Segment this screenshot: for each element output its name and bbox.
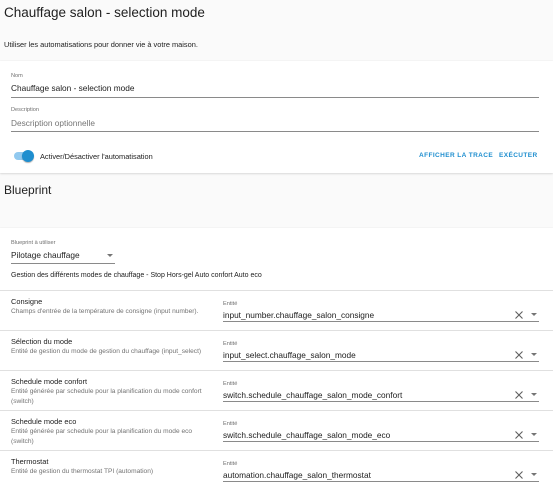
input-title: Sélection du mode	[11, 337, 73, 346]
description-placeholder[interactable]: Description optionnelle	[11, 118, 95, 128]
menu-down-icon[interactable]	[531, 473, 537, 476]
entity-label: Entité	[223, 421, 238, 427]
entity-value[interactable]: switch.schedule_chauffage_salon_mode_con…	[223, 390, 402, 400]
name-value[interactable]: Chauffage salon - selection mode	[11, 83, 134, 93]
input-description: Entité générée par schedule pour la plan…	[11, 428, 193, 445]
blueprint-input-row: Thermostat Entité de gestion du thermost…	[0, 450, 553, 490]
menu-down-icon	[107, 254, 113, 257]
entity-label: Entité	[223, 381, 238, 387]
entity-label: Entité	[223, 461, 238, 467]
entity-picker[interactable]: Entité switch.schedule_chauffage_salon_m…	[223, 375, 539, 402]
blueprint-card: Blueprint à utiliser Pilotage chauffage …	[0, 228, 553, 500]
close-icon[interactable]	[514, 390, 524, 400]
input-description: Entité de gestion du thermostat TPI (aut…	[11, 468, 154, 475]
entity-value[interactable]: switch.schedule_chauffage_salon_mode_eco	[223, 430, 390, 440]
page-intro: Utiliser les automatisations pour donner…	[4, 40, 198, 49]
blueprint-input-row: Schedule mode confort Entité générée par…	[0, 370, 553, 410]
entity-picker[interactable]: Entité input_number.chauffage_salon_cons…	[223, 295, 539, 322]
input-title: Schedule mode eco	[11, 417, 77, 426]
blueprint-select-value: Pilotage chauffage	[11, 250, 80, 260]
page-title: Chauffage salon - selection mode	[4, 5, 205, 20]
automation-details-card: Nom Chauffage salon - selection mode Des…	[0, 61, 553, 173]
close-icon[interactable]	[514, 430, 524, 440]
entity-label: Entité	[223, 301, 238, 307]
entity-value[interactable]: input_number.chauffage_salon_consigne	[223, 310, 374, 320]
blueprint-select[interactable]: Blueprint à utiliser Pilotage chauffage	[11, 240, 115, 264]
blueprint-input-row: Schedule mode eco Entité générée par sch…	[0, 410, 553, 450]
toggle-thumb	[22, 150, 34, 162]
menu-down-icon[interactable]	[531, 353, 537, 356]
description-field[interactable]: Description Description optionnelle	[11, 107, 539, 132]
close-icon[interactable]	[514, 310, 524, 320]
blueprint-description: Gestion des différents modes de chauffag…	[11, 272, 262, 279]
menu-down-icon[interactable]	[531, 393, 537, 396]
name-field[interactable]: Nom Chauffage salon - selection mode	[11, 73, 539, 98]
show-trace-button[interactable]: AFFICHER LA TRACE	[419, 152, 493, 159]
entity-value[interactable]: input_select.chauffage_salon_mode	[223, 350, 356, 360]
close-icon[interactable]	[514, 350, 524, 360]
close-icon[interactable]	[514, 470, 524, 480]
automation-enable-toggle[interactable]	[12, 150, 34, 162]
execute-button[interactable]: EXÉCUTER	[499, 152, 538, 159]
input-title: Consigne	[11, 297, 43, 306]
entity-picker[interactable]: Entité input_select.chauffage_salon_mode	[223, 335, 539, 362]
description-label: Description	[11, 107, 39, 113]
input-title: Thermostat	[11, 457, 49, 466]
name-label: Nom	[11, 73, 23, 79]
input-description: Entité générée par schedule pour la plan…	[11, 388, 202, 405]
entity-label: Entité	[223, 341, 238, 347]
entity-picker[interactable]: Entité switch.schedule_chauffage_salon_m…	[223, 415, 539, 442]
blueprint-select-label: Blueprint à utiliser	[11, 240, 56, 246]
entity-picker[interactable]: Entité automation.chauffage_salon_thermo…	[223, 455, 539, 482]
input-description: Entité de gestion du mode de gestion du …	[11, 348, 202, 355]
blueprint-heading: Blueprint	[4, 183, 52, 197]
input-title: Schedule mode confort	[11, 377, 88, 386]
toggle-label: Activer/Désactiver l'automatisation	[40, 152, 153, 161]
blueprint-input-row: Sélection du mode Entité de gestion du m…	[0, 330, 553, 370]
entity-value[interactable]: automation.chauffage_salon_thermostat	[223, 470, 371, 480]
menu-down-icon[interactable]	[531, 313, 537, 316]
blueprint-input-row: Consigne Champs d'entrée de la températu…	[0, 290, 553, 330]
input-description: Champs d'entrée de la température de con…	[11, 308, 199, 315]
menu-down-icon[interactable]	[531, 433, 537, 436]
